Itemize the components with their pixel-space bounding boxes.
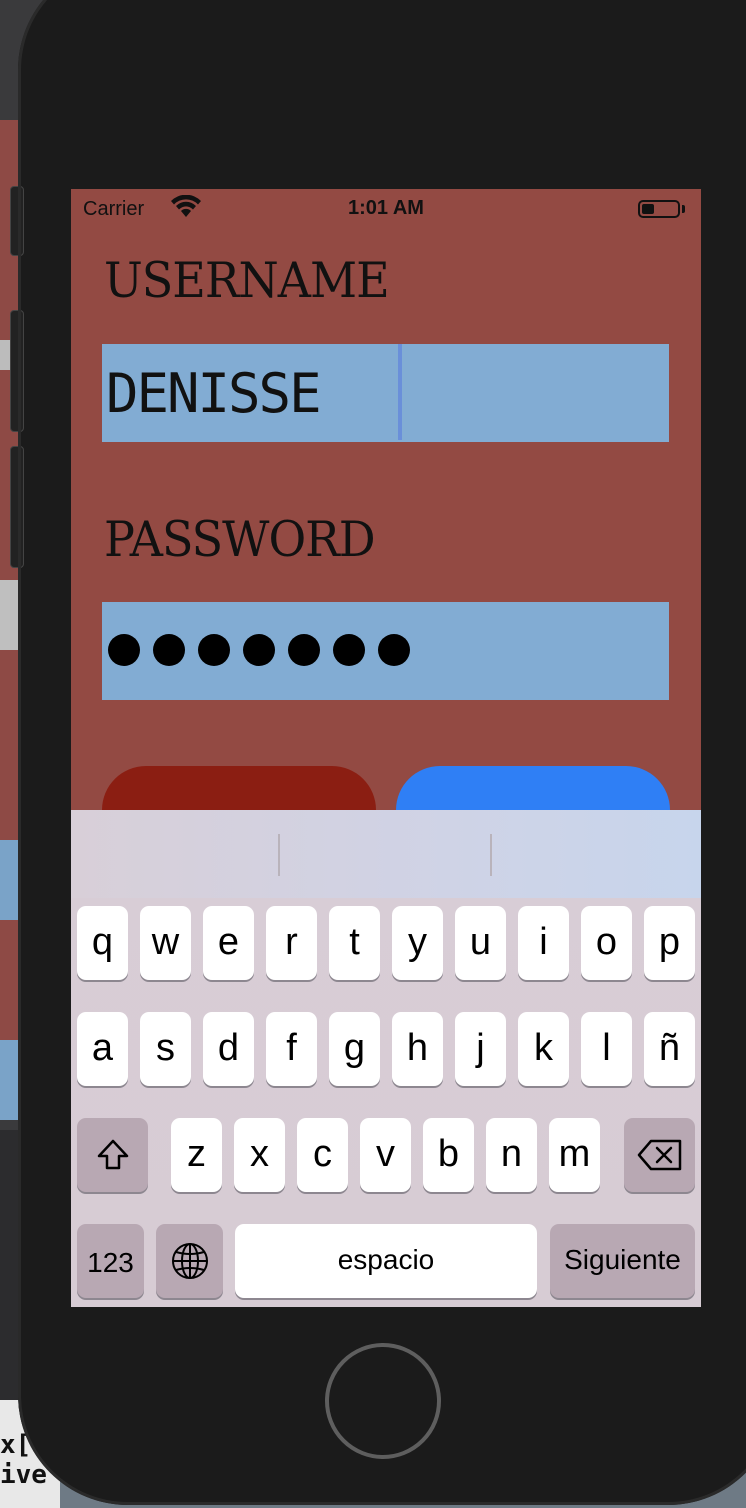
key-y[interactable]: y	[392, 906, 443, 980]
numbers-key[interactable]: 123	[77, 1224, 144, 1298]
key-x[interactable]: x	[234, 1118, 285, 1192]
key-c[interactable]: c	[297, 1118, 348, 1192]
mute-switch	[10, 186, 24, 256]
key-e[interactable]: e	[203, 906, 254, 980]
predictive-bar	[71, 810, 701, 898]
key-b[interactable]: b	[423, 1118, 474, 1192]
password-dot	[198, 634, 230, 666]
shift-icon	[97, 1139, 128, 1170]
delete-key[interactable]	[624, 1118, 695, 1192]
key-i[interactable]: i	[518, 906, 569, 980]
key-s[interactable]: s	[140, 1012, 191, 1086]
key-n-tilde[interactable]: ñ	[644, 1012, 695, 1086]
shift-key[interactable]	[77, 1118, 148, 1192]
globe-key[interactable]	[156, 1224, 223, 1298]
key-k[interactable]: k	[518, 1012, 569, 1086]
key-v[interactable]: v	[360, 1118, 411, 1192]
key-u[interactable]: u	[455, 906, 506, 980]
key-l[interactable]: l	[581, 1012, 632, 1086]
software-keyboard: q w e r t y u i o p a s d f g h j k l ñ …	[71, 810, 701, 1307]
key-j[interactable]: j	[455, 1012, 506, 1086]
predictive-divider	[278, 834, 280, 876]
text-cursor	[398, 344, 402, 440]
key-g[interactable]: g	[329, 1012, 380, 1086]
key-z[interactable]: z	[171, 1118, 222, 1192]
predictive-divider	[490, 834, 492, 876]
password-field[interactable]	[102, 602, 669, 700]
password-mask	[108, 628, 410, 672]
status-bar: Carrier 1:01 AM	[71, 189, 701, 229]
password-dot	[243, 634, 275, 666]
battery-icon	[638, 200, 680, 218]
username-value: DENISSE	[106, 362, 322, 425]
key-a[interactable]: a	[77, 1012, 128, 1086]
key-p[interactable]: p	[644, 906, 695, 980]
key-n[interactable]: n	[486, 1118, 537, 1192]
status-time: 1:01 AM	[348, 197, 424, 219]
background-text: ive	[0, 1460, 47, 1490]
key-r[interactable]: r	[266, 906, 317, 980]
key-f[interactable]: f	[266, 1012, 317, 1086]
phone-screen: Carrier 1:01 AM USERNAME DENISSE PASSWOR…	[71, 189, 701, 1307]
password-dot	[108, 634, 140, 666]
home-button[interactable]	[325, 1343, 441, 1459]
space-key[interactable]: espacio	[235, 1224, 537, 1298]
password-dot	[153, 634, 185, 666]
backspace-icon	[637, 1139, 681, 1171]
battery-tip	[682, 205, 685, 213]
key-m[interactable]: m	[549, 1118, 600, 1192]
key-o[interactable]: o	[581, 906, 632, 980]
volume-up-button	[10, 310, 24, 432]
password-dot	[378, 634, 410, 666]
key-t[interactable]: t	[329, 906, 380, 980]
username-field[interactable]: DENISSE	[102, 344, 669, 442]
globe-icon	[171, 1243, 208, 1279]
password-dot	[333, 634, 365, 666]
key-h[interactable]: h	[392, 1012, 443, 1086]
volume-down-button	[10, 446, 24, 568]
password-dot	[288, 634, 320, 666]
username-label: USERNAME	[104, 251, 390, 309]
password-label: PASSWORD	[104, 510, 376, 568]
key-q[interactable]: q	[77, 906, 128, 980]
key-d[interactable]: d	[203, 1012, 254, 1086]
key-w[interactable]: w	[140, 906, 191, 980]
return-key[interactable]: Siguiente	[550, 1224, 695, 1298]
